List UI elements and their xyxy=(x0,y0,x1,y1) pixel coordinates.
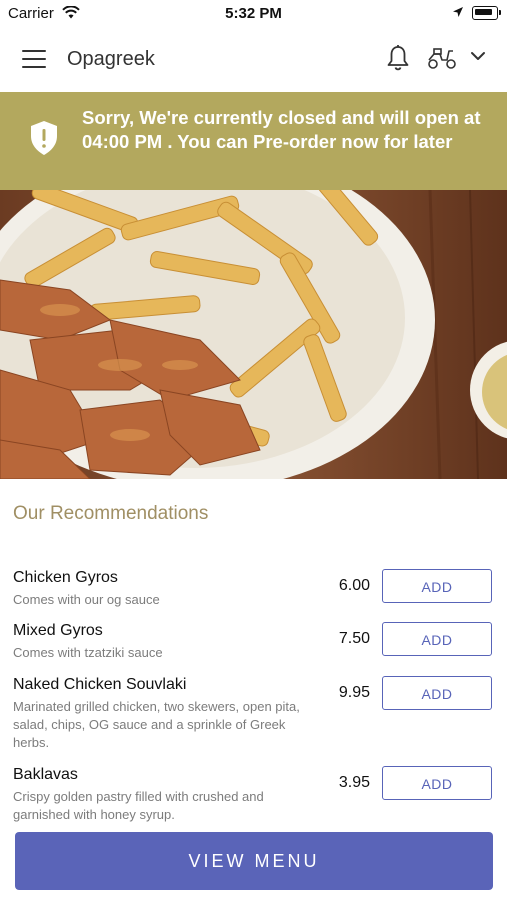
item-name: Naked Chicken Souvlaki xyxy=(13,676,187,693)
item-description: Comes with tzatziki sauce xyxy=(13,645,163,660)
item-price: 6.00 xyxy=(338,577,370,594)
item-price: 3.95 xyxy=(338,774,370,791)
chevron-down-icon[interactable] xyxy=(470,50,486,62)
item-price: 9.95 xyxy=(338,684,370,701)
item-description: Comes with our og sauce xyxy=(13,592,160,607)
item-description: Crispy golden pastry filled with crushed… xyxy=(13,789,264,822)
app-title: Opagreek xyxy=(67,48,155,70)
bell-icon[interactable] xyxy=(385,44,411,72)
item-description: Marinated grilled chicken, two skewers, … xyxy=(13,699,300,750)
closed-message: Sorry, We're currently closed and will o… xyxy=(82,107,481,152)
closed-banner: Sorry, We're currently closed and will o… xyxy=(0,92,507,190)
item-price: 7.50 xyxy=(338,630,370,647)
shield-alert-icon xyxy=(31,121,57,155)
hamburger-menu-icon[interactable] xyxy=(22,50,46,68)
battery-icon xyxy=(472,6,501,20)
status-bar: Carrier 5:32 PM xyxy=(0,0,507,28)
top-nav: Opagreek xyxy=(0,28,507,92)
item-name: Baklavas xyxy=(13,766,78,783)
delivery-scooter-icon[interactable] xyxy=(426,46,458,70)
recommendations-title: Our Recommendations xyxy=(13,503,209,524)
add-button[interactable]: ADD xyxy=(382,569,492,603)
add-button[interactable]: ADD xyxy=(382,766,492,800)
add-button[interactable]: ADD xyxy=(382,622,492,656)
location-arrow-icon xyxy=(453,7,463,17)
status-time: 5:32 PM xyxy=(225,5,282,22)
add-button[interactable]: ADD xyxy=(382,676,492,710)
hero-food-image xyxy=(0,190,507,479)
view-menu-button[interactable]: VIEW MENU xyxy=(15,832,493,890)
item-name: Mixed Gyros xyxy=(13,622,103,639)
item-name: Chicken Gyros xyxy=(13,569,118,586)
